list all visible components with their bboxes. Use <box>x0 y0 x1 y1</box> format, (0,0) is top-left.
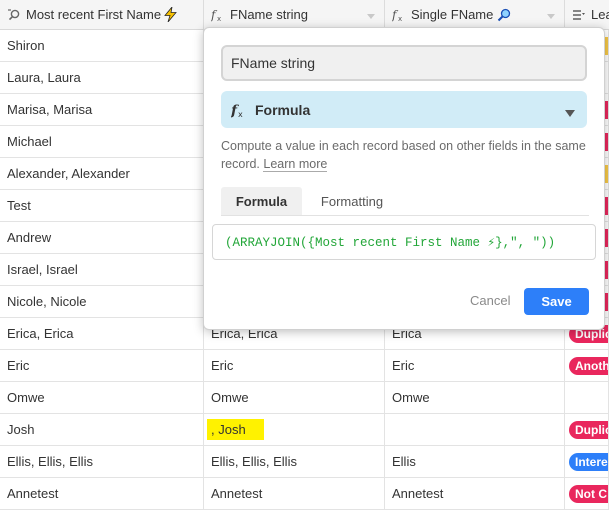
cell-text: Annetest <box>7 486 59 501</box>
column-header-fname-string[interactable]: fx FName string <box>204 0 385 29</box>
cell-most-recent-first-name[interactable]: Laura, Laura <box>0 62 204 93</box>
cell-fname-string[interactable]: Omwe <box>204 382 385 413</box>
cell-fname-string[interactable]: Ellis, Ellis, Ellis <box>204 446 385 477</box>
cell-text: Ellis, Ellis, Ellis <box>211 454 297 469</box>
cell-lead[interactable]: Not C <box>565 478 609 509</box>
cell-lead[interactable]: Anoth <box>565 350 609 381</box>
formula-icon: fx <box>231 102 247 118</box>
cell-text: Israel, Israel <box>7 262 78 277</box>
cell-most-recent-first-name[interactable]: Shiron <box>0 30 204 61</box>
cell-lead[interactable]: Duplic <box>565 414 609 445</box>
chevron-down-icon[interactable] <box>366 9 376 24</box>
cell-most-recent-first-name[interactable]: Test <box>0 190 204 221</box>
lightning-icon <box>164 7 177 22</box>
status-pill: Intere <box>569 452 608 471</box>
column-header-single-fname[interactable]: fx Single FName <box>385 0 565 29</box>
svg-text:x: x <box>398 15 402 22</box>
table-row[interactable]: Omwe Omwe Omwe <box>0 382 609 414</box>
cell-text: Ellis, Ellis, Ellis <box>7 454 93 469</box>
learn-more-link[interactable]: Learn more <box>263 157 328 172</box>
cell-text: Annetest <box>392 486 444 501</box>
table-row[interactable]: Ellis, Ellis, Ellis Ellis, Ellis, Ellis El… <box>0 446 609 478</box>
cell-most-recent-first-name[interactable]: Andrew <box>0 222 204 253</box>
cell-text: Laura, Laura <box>7 70 81 85</box>
cell-fname-string[interactable]: Annetest <box>204 478 385 509</box>
column-label: Most recent First Name <box>26 7 162 22</box>
table-row[interactable]: Annetest Annetest Annetest Not C <box>0 478 609 510</box>
cell-text: Michael <box>7 134 52 149</box>
grid-header: Most recent First Name fx FName string f… <box>0 0 609 30</box>
cell-text: Eric <box>7 358 30 373</box>
status-pill: Duplic <box>569 420 608 439</box>
cancel-button[interactable]: Cancel <box>470 293 510 308</box>
magnifier-icon <box>497 8 511 22</box>
multi-select-icon <box>572 8 586 22</box>
cell-text: Ellis <box>392 454 416 469</box>
svg-text:x: x <box>217 15 221 22</box>
cell-lead[interactable] <box>565 382 609 413</box>
cell-text: Josh <box>7 422 35 437</box>
cell-text: Annetest <box>211 486 263 501</box>
cell-text: Omwe <box>211 390 249 405</box>
lookup-icon <box>7 8 21 22</box>
cell-text: Shiron <box>7 38 45 53</box>
cell-text: Alexander, Alexander <box>7 166 130 181</box>
cell-single-fname[interactable]: Omwe <box>385 382 565 413</box>
cell-single-fname[interactable]: Ellis <box>385 446 565 477</box>
cell-most-recent-first-name[interactable]: Nicole, Nicole <box>0 286 204 317</box>
tab-formatting[interactable]: Formatting <box>302 187 402 215</box>
cell-lead[interactable]: Intere <box>565 446 609 477</box>
cell-single-fname[interactable]: Eric <box>385 350 565 381</box>
caret-down-icon <box>565 106 575 121</box>
cell-fname-string[interactable]: , Josh <box>204 414 385 445</box>
field-editor-dialog: fx Formula Compute a value in each recor… <box>203 27 605 330</box>
chevron-down-icon[interactable] <box>546 9 556 24</box>
column-label: Single FName <box>411 7 494 22</box>
highlighted-cell-text: , Josh <box>207 419 264 440</box>
cell-text: Nicole, Nicole <box>7 294 87 309</box>
cell-text: Test <box>7 198 31 213</box>
cell-most-recent-first-name[interactable]: Israel, Israel <box>0 254 204 285</box>
column-label: FName string <box>230 7 309 22</box>
cell-single-fname[interactable] <box>385 414 565 445</box>
field-description: Compute a value in each record based on … <box>221 137 591 173</box>
column-header-most-recent-first-name[interactable]: Most recent First Name <box>0 0 204 29</box>
cell-text: Omwe <box>7 390 45 405</box>
cell-most-recent-first-name[interactable]: Josh <box>0 414 204 445</box>
cell-text: Andrew <box>7 230 52 245</box>
table-row[interactable]: Josh , Josh Duplic <box>0 414 609 446</box>
tab-formula[interactable]: Formula <box>221 187 302 215</box>
column-header-lead[interactable]: Lea <box>565 0 609 29</box>
cell-most-recent-first-name[interactable]: Eric <box>0 350 204 381</box>
field-type-label: Formula <box>255 101 311 118</box>
tabs-divider <box>221 215 589 216</box>
table-row[interactable]: Eric Eric Eric Anoth <box>0 350 609 382</box>
cell-most-recent-first-name[interactable]: Alexander, Alexander <box>0 158 204 189</box>
cell-most-recent-first-name[interactable]: Annetest <box>0 478 204 509</box>
cell-text: Marisa, Marisa <box>7 102 93 117</box>
svg-text:x: x <box>238 110 243 118</box>
cell-most-recent-first-name[interactable]: Omwe <box>0 382 204 413</box>
field-type-select[interactable]: fx Formula <box>221 91 587 128</box>
formula-icon: fx <box>392 8 406 22</box>
cell-fname-string[interactable]: Eric <box>204 350 385 381</box>
cell-most-recent-first-name[interactable]: Erica, Erica <box>0 318 204 349</box>
cell-text: Erica, Erica <box>7 326 74 341</box>
cell-text: Eric <box>211 358 234 373</box>
cell-most-recent-first-name[interactable]: Ellis, Ellis, Ellis <box>0 446 204 477</box>
formula-icon: fx <box>211 8 225 22</box>
cell-single-fname[interactable]: Annetest <box>385 478 565 509</box>
status-pill: Anoth <box>569 356 608 375</box>
field-name-input[interactable] <box>221 45 587 81</box>
save-button[interactable]: Save <box>524 288 589 315</box>
formula-input[interactable]: (ARRAYJOIN({Most recent First Name ⚡},",… <box>212 224 596 260</box>
cell-most-recent-first-name[interactable]: Michael <box>0 126 204 157</box>
cell-text: Eric <box>392 358 415 373</box>
cell-text: Omwe <box>392 390 430 405</box>
status-pill: Not C <box>569 484 608 503</box>
column-label: Lea <box>591 7 609 22</box>
cell-most-recent-first-name[interactable]: Marisa, Marisa <box>0 94 204 125</box>
